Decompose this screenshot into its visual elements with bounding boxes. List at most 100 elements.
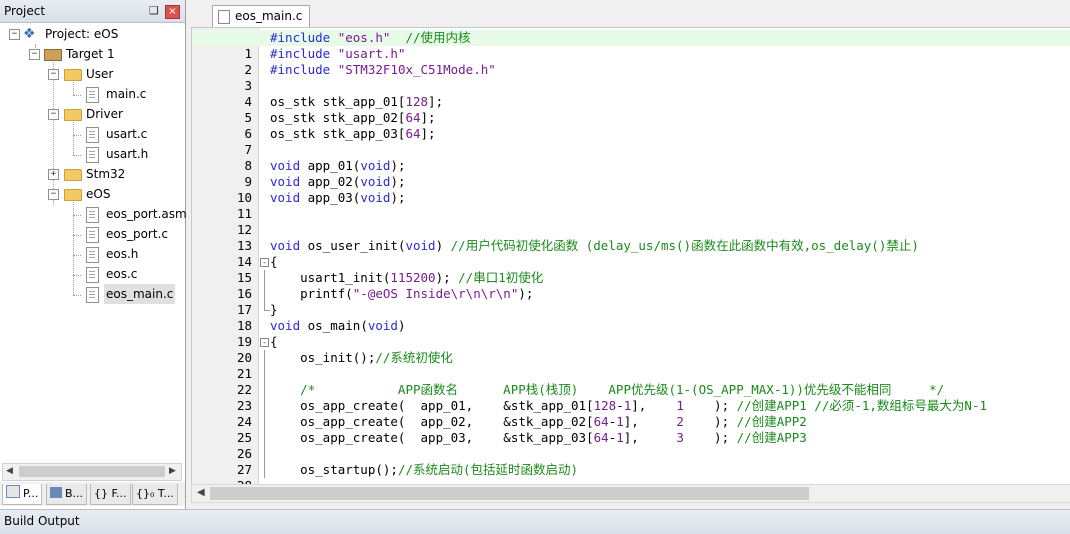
project-horizontal-scrollbar[interactable]: ◀ ▶ [2, 463, 182, 481]
tree-node-target[interactable]: − Target 1 [0, 44, 185, 64]
project-pane-tabs: P... B... {} F... {}₀ T... [0, 482, 185, 506]
tab-functions[interactable]: {} F... [90, 484, 131, 505]
editor-area: eos_main.c 1 #include "eos.h" //使用内核 2 #… [188, 0, 1070, 509]
code-token: 128 [593, 398, 617, 413]
tree-group-eos[interactable]: − eOS [0, 184, 185, 204]
fold-icon[interactable]: - [260, 258, 269, 267]
code-line[interactable]: 6 os_stk stk_app_02[64]; [192, 110, 1070, 141]
code-token: os_stk stk_app_02[ [270, 110, 406, 125]
collapse-icon[interactable]: − [29, 49, 40, 60]
code-line[interactable]: 11 void app_03(void); [192, 190, 1070, 221]
code-token: "eos.h" [337, 30, 391, 45]
tree-group-stm32[interactable]: + Stm32 [0, 164, 185, 184]
editor-tab-eos-main-c[interactable]: eos_main.c [212, 5, 310, 27]
code-line[interactable]: 17 printf("-@eOS Inside\r\n\r\n"); [192, 286, 1070, 317]
code-line[interactable]: 21 os_init();//系统初使化 [192, 350, 1070, 381]
tree-file-main-c[interactable]: main.c [0, 84, 185, 104]
tree-file-eos-h[interactable]: eos.h [0, 244, 185, 264]
code-token: ); [390, 174, 406, 189]
code-token: { [270, 334, 278, 349]
tree-group-user[interactable]: − User [0, 64, 185, 84]
code-token: void [360, 174, 391, 189]
build-output-panel: Build Output [0, 509, 1070, 534]
code-line[interactable]: 9 void app_01(void); [192, 158, 1070, 189]
code-token: ); [435, 270, 459, 285]
code-line[interactable]: 14 void os_user_init(void) //用户代码初使化函数 (… [192, 238, 1070, 269]
code-token: os_user_init( [300, 238, 406, 253]
code-line[interactable]: 27 [192, 446, 1070, 477]
code-line[interactable]: 5 os_stk stk_app_01[128]; [192, 94, 1070, 125]
collapse-icon[interactable]: − [48, 189, 59, 200]
code-line[interactable]: 4 [192, 78, 1070, 109]
editor-tab-label: eos_main.c [235, 9, 303, 23]
tree-group-driver[interactable]: − Driver [0, 104, 185, 124]
code-line[interactable]: 28 os_startup();//系统启动(包括延时函数启动) [192, 462, 1070, 484]
code-editor[interactable]: 1 #include "eos.h" //使用内核 2 #include "us… [191, 27, 1070, 485]
code-line[interactable]: 16 usart1_init(115200); //串口1初使化 [192, 270, 1070, 301]
pin-icon[interactable]: ❑ [149, 4, 159, 17]
editor-horizontal-scrollbar[interactable]: ◀ [191, 484, 1070, 503]
code-token: 1 [676, 398, 684, 413]
tree-label: eos.c [106, 267, 138, 281]
tree-file-usart-h[interactable]: usart.h [0, 144, 185, 164]
code-line[interactable]: 3 #include "STM32F10x_C51Mode.h" [192, 62, 1070, 93]
code-line[interactable]: 10 void app_02(void); [192, 174, 1070, 205]
code-line[interactable]: 18 } [192, 302, 1070, 333]
code-line[interactable]: 12 [192, 206, 1070, 237]
tab-books[interactable]: B... [46, 484, 88, 505]
collapse-icon[interactable]: − [48, 69, 59, 80]
project-pane-header: Project ❑ × [0, 0, 185, 23]
build-output-title: Build Output [4, 514, 80, 528]
tree-file-usart-c[interactable]: usart.c [0, 124, 185, 144]
code-line[interactable]: 22 [192, 366, 1070, 397]
code-line[interactable]: 24 os_app_create( app_01, &stk_app_01[12… [192, 398, 1070, 429]
code-token: { [270, 254, 278, 269]
scroll-left-icon[interactable]: ◀ [197, 487, 205, 498]
code-token: app_02( [300, 174, 361, 189]
code-line[interactable]: 1 #include "eos.h" //使用内核 [192, 30, 1070, 61]
code-line[interactable]: 25 os_app_create( app_02, &stk_app_02[64… [192, 414, 1070, 445]
code-token: os_app_create( app_03, &stk_app_03[ [270, 430, 594, 445]
code-line[interactable]: 2 #include "usart.h" [192, 46, 1070, 77]
code-token: #include [270, 46, 338, 61]
scroll-thumb[interactable] [210, 487, 809, 500]
code-line[interactable]: 26 os_app_create( app_03, &stk_app_03[64… [192, 430, 1070, 461]
code-token: 64 [593, 414, 609, 429]
code-token: 64 [405, 126, 421, 141]
code-token: //创建APP2 [736, 414, 807, 429]
code-token: 3 [676, 430, 684, 445]
code-token: printf( [270, 286, 353, 301]
code-token: ); [683, 398, 737, 413]
collapse-icon[interactable]: − [48, 109, 59, 120]
tab-project[interactable]: P... [2, 484, 43, 505]
scroll-right-icon[interactable]: ▶ [169, 466, 176, 476]
code-line[interactable]: 8 [192, 142, 1070, 173]
tree-file-eos-c[interactable]: eos.c [0, 264, 185, 284]
code-token: usart1_init( [270, 270, 391, 285]
close-icon[interactable]: × [165, 5, 180, 19]
code-line[interactable]: 15 - { [192, 254, 1070, 285]
fold-icon[interactable]: - [260, 338, 269, 347]
code-line[interactable]: 20 - { [192, 334, 1070, 365]
code-line[interactable]: 23 /* APP函数名 APP栈(栈顶) APP优先级(1-(OS_APP_M… [192, 382, 1070, 413]
file-icon [218, 10, 230, 24]
code-token: 128 [405, 94, 429, 109]
scroll-left-icon[interactable]: ◀ [6, 466, 13, 476]
tab-templates[interactable]: {}₀ T... [132, 484, 178, 505]
tree-label: User [86, 67, 114, 81]
code-line[interactable]: 13 [192, 222, 1070, 253]
code-token: ); [683, 414, 737, 429]
expand-icon[interactable]: + [48, 169, 59, 180]
code-line[interactable]: 7 os_stk stk_app_03[64]; [192, 126, 1070, 157]
code-line[interactable]: 19 void os_main(void) [192, 318, 1070, 349]
tree-file-eos-port-c[interactable]: eos_port.c [0, 224, 185, 244]
tab-label: B... [65, 487, 84, 500]
code-token: //系统初使化 [375, 350, 453, 365]
tree-node-project[interactable]: − ❖ Project: eOS [0, 24, 185, 44]
project-tree: − ❖ Project: eOS − Target 1 − User main.… [0, 22, 187, 462]
tree-file-eos-main-c[interactable]: eos_main.c [0, 284, 185, 304]
code-token: void [360, 158, 391, 173]
collapse-icon[interactable]: − [9, 29, 20, 40]
tree-file-eos-port-asm[interactable]: eos_port.asm [0, 204, 187, 224]
scroll-thumb[interactable] [19, 466, 165, 477]
